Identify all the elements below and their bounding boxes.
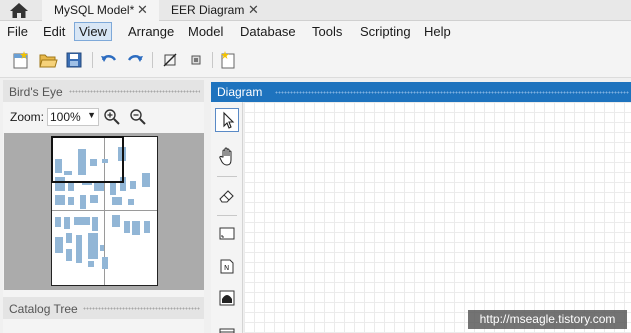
document-tab-bar: MySQL Model* ✕ EER Diagram ✕ [0,0,631,21]
palette-separator [217,215,237,216]
table-block [66,249,72,261]
table-block [90,195,98,203]
birds-eye-view[interactable] [4,133,204,290]
table-block [66,233,72,243]
svg-text:N: N [224,264,229,272]
tab-label: MySQL Model* [54,3,135,17]
birds-eye-title: Bird's Eye [9,85,63,99]
zoom-label: Zoom: [10,110,45,124]
tab-label: EER Diagram [171,3,245,17]
new-document-icon[interactable] [11,51,31,69]
table-block [132,221,140,235]
visible-area-rectangle[interactable] [51,136,124,183]
table-block [124,221,130,233]
table-block [92,217,98,231]
palette-separator [217,176,237,177]
table-block [144,221,150,233]
table-block [55,237,63,253]
table-block [74,217,90,225]
menu-file[interactable]: File [3,22,32,41]
eraser-icon[interactable] [215,184,239,208]
toolbar-separator [92,52,93,68]
close-icon[interactable]: ✕ [137,2,148,18]
diagram-tool-palette: N [211,102,243,333]
table-block [88,261,94,267]
table-block [130,181,136,189]
table-block [88,233,98,259]
note-icon[interactable]: N [215,255,239,279]
birds-eye-header: Bird's Eye [3,80,204,102]
table-block [112,197,122,205]
menu-tools[interactable]: Tools [308,22,346,41]
menu-view[interactable]: View [74,22,112,41]
hand-icon[interactable] [215,145,239,169]
table-tool-icon[interactable] [215,324,239,333]
table-block [142,173,150,187]
zoom-in-icon[interactable] [103,108,121,126]
pointer-icon[interactable] [215,108,239,132]
table-block [110,183,116,195]
catalog-tree-header: Catalog Tree [3,297,204,319]
menu-bar: File Edit View Arrange Model Database To… [0,21,631,42]
menu-model[interactable]: Model [184,22,227,41]
main-toolbar [0,42,631,78]
panel-grip[interactable] [275,91,629,94]
panel-grip[interactable] [69,90,200,93]
watermark: http://mseagle.tistory.com [468,310,627,329]
diagram-header: Diagram [211,82,631,102]
home-icon[interactable] [9,2,29,19]
zoom-select[interactable]: 100% ▼ [47,108,99,126]
catalog-tree-title: Catalog Tree [9,302,78,316]
table-block [55,217,61,227]
layer-icon[interactable] [215,222,239,246]
table-block [68,197,74,205]
zoom-row: Zoom: 100% ▼ [3,107,204,127]
zoom-out-icon[interactable] [129,108,147,126]
panel-grip[interactable] [83,307,200,310]
image-icon[interactable] [215,286,239,310]
toolbar-separator [212,52,213,68]
table-block [80,195,86,209]
menu-edit[interactable]: Edit [39,22,69,41]
table-block [128,199,134,205]
toolbar-separator [152,52,153,68]
new-diagram-icon[interactable] [218,51,238,69]
tab-mysql-model[interactable]: MySQL Model* ✕ [42,0,159,21]
menu-scripting[interactable]: Scripting [356,22,415,41]
page-divider [52,210,157,211]
zoom-value: 100% [50,110,81,124]
menu-help[interactable]: Help [420,22,455,41]
redo-icon[interactable] [125,51,145,69]
diagram-title: Diagram [217,85,263,99]
align-icon[interactable] [186,51,206,69]
close-icon[interactable]: ✕ [248,2,259,18]
toggle-grid-icon[interactable] [160,51,180,69]
open-folder-icon[interactable] [38,51,58,69]
left-sidebar: Bird's Eye Zoom: 100% ▼ Catalog Tree [3,80,204,333]
menu-database[interactable]: Database [236,22,300,41]
table-block [64,217,70,229]
dropdown-arrow-icon: ▼ [87,110,96,120]
table-block [102,257,108,269]
menu-arrange[interactable]: Arrange [124,22,178,41]
tab-eer-diagram[interactable]: EER Diagram ✕ [160,0,270,21]
table-block [112,215,120,227]
undo-icon[interactable] [99,51,119,69]
save-icon[interactable] [64,51,84,69]
diagram-canvas[interactable] [244,102,631,333]
table-block [100,245,104,251]
table-block [55,195,65,205]
table-block [94,183,104,191]
table-block [76,235,82,263]
